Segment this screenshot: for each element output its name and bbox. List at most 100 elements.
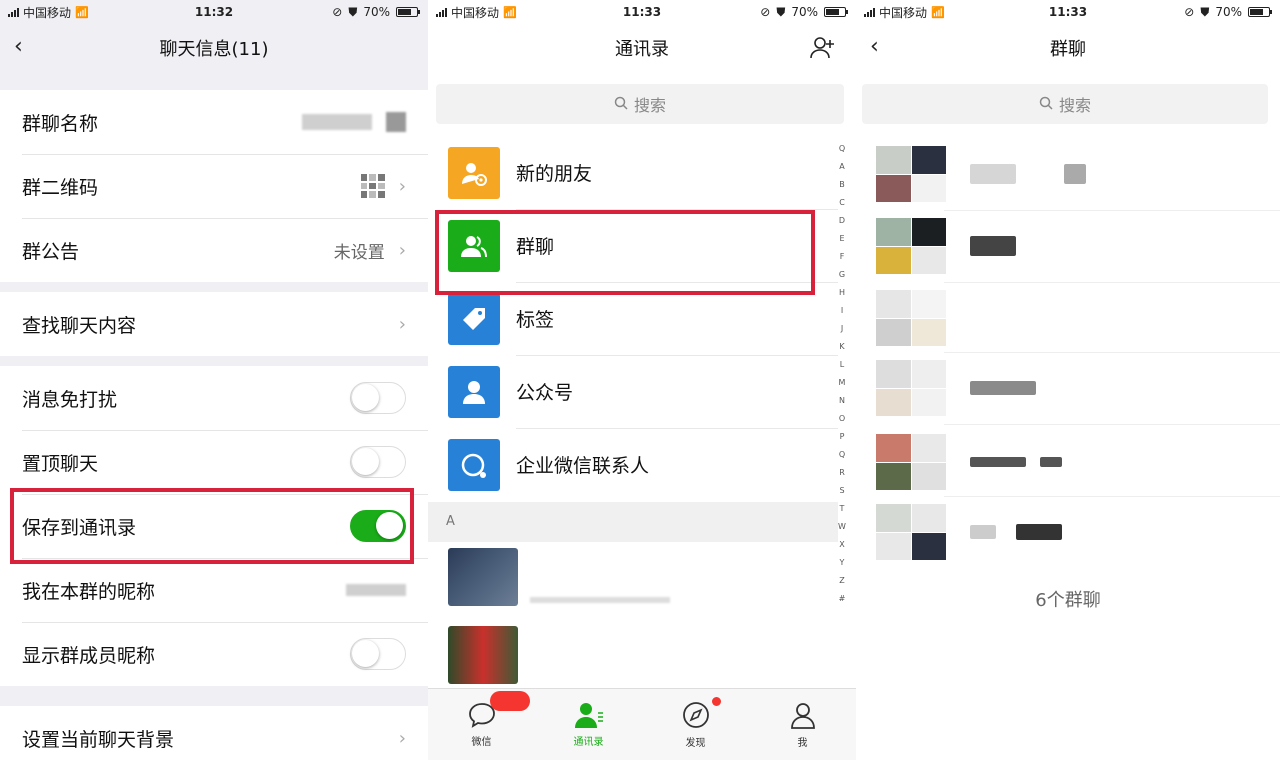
chat-background-row[interactable]: 设置当前聊天背景 ›: [0, 706, 428, 760]
index-letter[interactable]: H: [839, 284, 845, 302]
index-letter[interactable]: K: [839, 338, 844, 356]
index-letter[interactable]: Q: [839, 446, 845, 464]
tab-bar: 微信 通讯录 发现 我: [428, 688, 856, 760]
index-letter[interactable]: L: [840, 356, 844, 374]
clock: 11:32: [194, 5, 234, 19]
chevron-right-icon: ›: [398, 175, 406, 197]
index-letter[interactable]: Q: [839, 140, 845, 158]
nav-bar: ‹ 聊天信息(11): [0, 24, 428, 72]
show-alias-toggle[interactable]: [350, 638, 406, 670]
group-name: [970, 381, 1036, 395]
index-letter[interactable]: P: [840, 428, 845, 446]
index-letter[interactable]: X: [839, 536, 844, 554]
index-letter[interactable]: E: [839, 230, 844, 248]
group-chats-label: 群聊: [516, 236, 555, 258]
group-item[interactable]: [876, 504, 1256, 560]
section-header: A: [428, 502, 838, 542]
group-item[interactable]: [876, 434, 1256, 490]
nav-bar: 通讯录: [428, 24, 856, 72]
tab-me[interactable]: 我: [749, 689, 856, 760]
signal-icon: [436, 7, 447, 17]
clock: 11:33: [1048, 5, 1088, 19]
my-alias-row[interactable]: 我在本群的昵称: [0, 558, 428, 622]
group-item[interactable]: [876, 360, 1256, 416]
sticky-row: 置顶聊天: [0, 430, 428, 494]
tab-discover-label: 发现: [685, 738, 706, 749]
contact-item[interactable]: [448, 548, 670, 606]
my-alias-value: [346, 584, 406, 596]
index-letter[interactable]: D: [839, 212, 845, 230]
tag-icon: [448, 292, 500, 345]
chevron-right-icon: ›: [398, 239, 406, 261]
alphabet-index[interactable]: Q A B C D E F G H I J K L M N O P Q R S T W X Y Z #: [836, 140, 848, 608]
search-placeholder: 搜索: [633, 96, 666, 115]
index-letter[interactable]: #: [839, 590, 846, 608]
index-letter[interactable]: Y: [840, 554, 845, 572]
index-letter[interactable]: R: [839, 464, 845, 482]
toggles-section: 消息免打扰 置顶聊天 保存到通讯录 我在本群的昵称 显示群成员昵称: [0, 366, 428, 686]
index-letter[interactable]: S: [839, 482, 844, 500]
group-name-row[interactable]: 群聊名称: [0, 90, 428, 154]
group-item[interactable]: [876, 146, 1256, 202]
contact-name: [530, 597, 670, 603]
contacts-screen: 中国移动 📶 11:33 ⊘ ⛊ 70% 通讯录 搜索 新的朋友 群聊 标签 公…: [428, 0, 856, 760]
group-name: [970, 236, 1016, 256]
index-letter[interactable]: J: [841, 320, 843, 338]
chevron-right-icon: ›: [398, 727, 406, 749]
index-letter[interactable]: F: [840, 248, 845, 266]
new-friends-label: 新的朋友: [516, 163, 593, 185]
index-letter[interactable]: N: [839, 392, 845, 410]
nav-bar: ‹ 群聊: [856, 24, 1280, 72]
index-letter[interactable]: G: [839, 266, 845, 284]
tab-chats[interactable]: 微信: [428, 689, 535, 760]
index-letter[interactable]: B: [839, 176, 845, 194]
tab-contacts[interactable]: 通讯录: [535, 689, 642, 760]
person-icon: [790, 703, 815, 729]
announcement-label: 群公告: [22, 240, 80, 263]
group-avatar: [876, 434, 946, 490]
index-letter[interactable]: A: [839, 158, 844, 176]
shield-icon: ⛊: [348, 4, 358, 19]
announcement-value: 未设置: [333, 242, 385, 263]
tab-discover[interactable]: 发现: [642, 689, 749, 760]
search-input[interactable]: 搜索: [436, 84, 844, 124]
index-letter[interactable]: T: [840, 500, 845, 518]
tab-me-label: 我: [797, 738, 808, 749]
index-letter[interactable]: W: [838, 518, 846, 536]
search-input[interactable]: 搜索: [862, 84, 1268, 124]
sticky-toggle[interactable]: [350, 446, 406, 478]
save-to-contacts-toggle[interactable]: [350, 510, 406, 542]
index-letter[interactable]: O: [839, 410, 845, 428]
group-qr-label: 群二维码: [22, 176, 99, 199]
group-qr-row[interactable]: 群二维码 ›: [0, 154, 428, 218]
index-letter[interactable]: M: [839, 374, 846, 392]
signal-icon: [864, 7, 875, 17]
search-placeholder: 搜索: [1058, 96, 1091, 115]
work-contacts-row[interactable]: 企业微信联系人: [428, 428, 856, 501]
contact-item[interactable]: [448, 626, 518, 684]
index-letter[interactable]: I: [841, 302, 843, 320]
back-icon[interactable]: ‹: [14, 36, 38, 60]
tags-row[interactable]: 标签: [428, 282, 856, 355]
index-letter[interactable]: Z: [839, 572, 844, 590]
group-item[interactable]: [876, 218, 1256, 274]
back-icon[interactable]: ‹: [870, 36, 894, 60]
tab-chats-label: 微信: [471, 737, 492, 748]
mute-toggle[interactable]: [350, 382, 406, 414]
new-friends-row[interactable]: 新的朋友: [428, 136, 856, 209]
divider: [944, 210, 1280, 211]
group-chats-row[interactable]: 群聊: [428, 209, 856, 282]
official-accounts-row[interactable]: 公众号: [428, 355, 856, 428]
group-chat-icon: [448, 219, 500, 272]
search-content-row[interactable]: 查找聊天内容 ›: [0, 292, 428, 356]
rotation-lock-icon: ⊘: [332, 5, 343, 19]
group-avatar: [876, 218, 946, 274]
group-item[interactable]: [876, 290, 1256, 346]
page-title: 通讯录: [615, 39, 669, 60]
index-letter[interactable]: C: [839, 194, 845, 212]
status-bar: 中国移动 📶 11:33 ⊘ ⛊ 70%: [856, 0, 1280, 24]
contacts-shortcuts: 新的朋友 群聊 标签 公众号 企业微信联系人: [428, 136, 856, 501]
announcement-row[interactable]: 群公告 未设置 ›: [0, 218, 428, 282]
add-friend-icon[interactable]: [810, 36, 836, 64]
carrier-label: 中国移动: [23, 5, 72, 20]
